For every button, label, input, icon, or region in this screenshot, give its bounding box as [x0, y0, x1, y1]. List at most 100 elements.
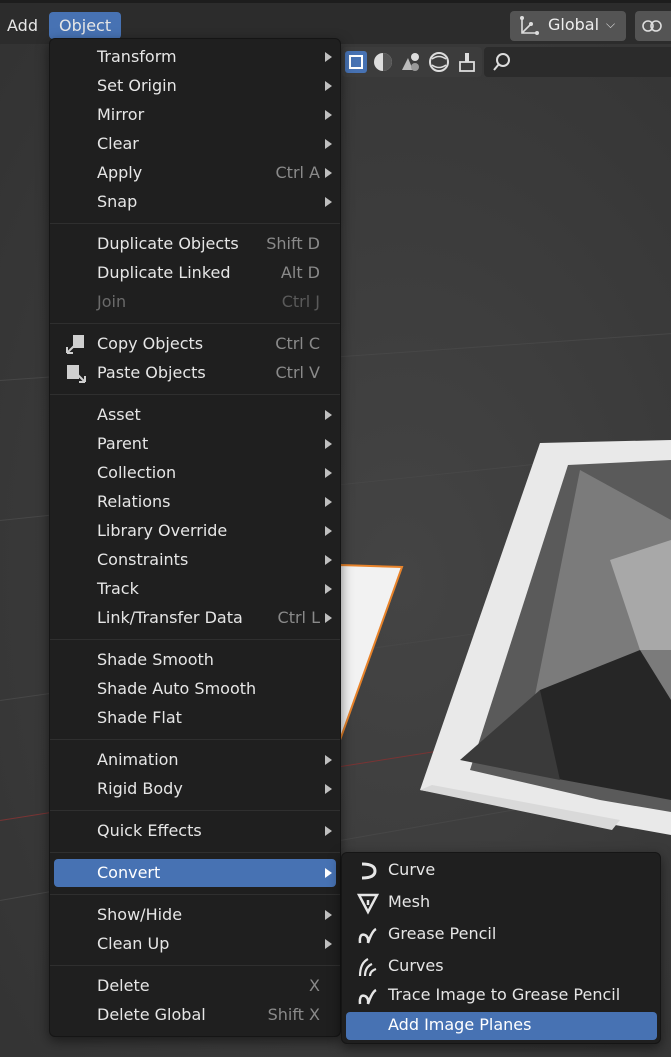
menu-item-label: Show/Hide — [97, 905, 183, 924]
submenu-item-curves[interactable]: Curves — [346, 953, 657, 981]
submenu-arrow-icon — [325, 555, 332, 565]
submenu-item-add-image-planes[interactable]: Add Image Planes — [346, 1012, 657, 1040]
link-icon — [642, 20, 662, 32]
curves-icon — [358, 958, 377, 977]
rendered-shading-icon[interactable] — [427, 50, 451, 74]
menu-item-label: Mirror — [97, 105, 145, 124]
menu-item-parent[interactable]: Parent — [54, 430, 336, 458]
submenu-item-grease-pencil[interactable]: Grease Pencil — [346, 921, 657, 949]
shortcut-text: X — [309, 976, 320, 995]
menu-item-apply[interactable]: Apply Ctrl A — [54, 159, 336, 187]
menu-item-label: Rigid Body — [97, 779, 183, 798]
submenu-arrow-icon — [325, 584, 332, 594]
menu-separator — [50, 810, 340, 811]
menu-item-clean-up[interactable]: Clean Up — [54, 930, 336, 958]
menu-item-shade-auto-smooth[interactable]: Shade Auto Smooth — [54, 675, 336, 703]
menu-item-label: Shade Smooth — [97, 650, 214, 669]
menu-item-label: Clear — [97, 134, 139, 153]
copy-icon — [66, 335, 84, 354]
menu-item-animation[interactable]: Animation — [54, 746, 336, 774]
menu-item-shade-flat[interactable]: Shade Flat — [54, 704, 336, 732]
viewport-shading-bar — [342, 47, 482, 77]
menu-item-delete[interactable]: Delete X — [54, 972, 336, 1000]
menu-item-set-origin[interactable]: Set Origin — [54, 72, 336, 100]
menu-item-constraints[interactable]: Constraints — [54, 546, 336, 574]
menu-item-mirror[interactable]: Mirror — [54, 101, 336, 129]
menu-item-link-transfer-data[interactable]: Link/Transfer Data Ctrl L — [54, 604, 336, 632]
menu-item-convert[interactable]: Convert — [54, 859, 336, 887]
snap-toggle[interactable] — [635, 11, 671, 41]
shortcut-text: Ctrl J — [281, 292, 320, 311]
menu-item-delete-global[interactable]: Delete Global Shift X — [54, 1001, 336, 1029]
menu-item-clear[interactable]: Clear — [54, 130, 336, 158]
menu-item-label: Constraints — [97, 550, 189, 569]
menu-item-label: Quick Effects — [97, 821, 202, 840]
submenu-item-label: Add Image Planes — [388, 1015, 532, 1034]
selected-image-plane — [339, 563, 404, 741]
grease-pencil-icon — [358, 988, 377, 1005]
submenu-item-curve[interactable]: Curve — [346, 857, 657, 885]
transform-orientation-dropdown[interactable]: Global ⌵ — [510, 11, 626, 41]
menu-item-asset[interactable]: Asset — [54, 401, 336, 429]
solid-shading-icon[interactable] — [371, 50, 395, 74]
shortcut-text: Shift D — [266, 234, 320, 253]
submenu-arrow-icon — [325, 468, 332, 478]
curve-icon — [361, 862, 377, 880]
menu-item-track[interactable]: Track — [54, 575, 336, 603]
material-shading-icon[interactable] — [399, 50, 423, 74]
add-menu-button[interactable]: Add — [0, 12, 48, 39]
submenu-arrow-icon — [325, 110, 332, 120]
submenu-arrow-icon — [325, 410, 332, 420]
submenu-arrow-icon — [325, 197, 332, 207]
submenu-item-trace-image[interactable]: Trace Image to Grease Pencil — [346, 982, 657, 1010]
shortcut-text: Ctrl L — [277, 608, 320, 627]
menu-item-quick-effects[interactable]: Quick Effects — [54, 817, 336, 845]
submenu-item-mesh[interactable]: Mesh — [346, 889, 657, 917]
menu-item-label: Asset — [97, 405, 141, 424]
grease-pencil-icon — [358, 927, 377, 944]
menu-item-label: Duplicate Linked — [97, 263, 231, 282]
submenu-arrow-icon — [325, 52, 332, 62]
menu-separator — [50, 394, 340, 395]
menu-separator — [50, 965, 340, 966]
submenu-arrow-icon — [325, 139, 332, 149]
menu-separator — [50, 852, 340, 853]
menu-item-label: Delete — [97, 976, 150, 995]
search-icon — [493, 53, 510, 71]
menu-item-label: Transform — [97, 47, 177, 66]
object-menu: Transform Set Origin Mirror Clear Apply C… — [49, 38, 341, 1037]
menu-item-rigid-body[interactable]: Rigid Body — [54, 775, 336, 803]
menu-item-shade-smooth[interactable]: Shade Smooth — [54, 646, 336, 674]
menu-item-paste-objects[interactable]: Paste Objects Ctrl V — [54, 359, 336, 387]
submenu-arrow-icon — [325, 826, 332, 836]
menu-item-label: Duplicate Objects — [97, 234, 239, 253]
menu-item-relations[interactable]: Relations — [54, 488, 336, 516]
mesh-icon — [356, 893, 380, 915]
menu-item-join: Join Ctrl J — [54, 288, 336, 316]
menu-item-transform[interactable]: Transform — [54, 43, 336, 71]
menu-item-copy-objects[interactable]: Copy Objects Ctrl C — [54, 330, 336, 358]
menu-item-label: Copy Objects — [97, 334, 204, 353]
chevron-down-icon: ⌵ — [606, 17, 616, 31]
paint-brush-icon[interactable] — [455, 50, 479, 74]
menu-item-duplicate-linked[interactable]: Duplicate Linked Alt D — [54, 259, 336, 287]
submenu-arrow-icon — [325, 939, 332, 949]
menu-item-label: Collection — [97, 463, 177, 482]
menu-item-collection[interactable]: Collection — [54, 459, 336, 487]
menu-item-snap[interactable]: Snap — [54, 188, 336, 216]
menu-item-library-override[interactable]: Library Override — [54, 517, 336, 545]
submenu-arrow-icon — [325, 81, 332, 91]
menu-item-label: Track — [97, 579, 139, 598]
select-box-icon[interactable] — [344, 50, 368, 74]
menu-separator — [50, 894, 340, 895]
shortcut-text: Ctrl A — [275, 163, 321, 182]
menu-item-show-hide[interactable]: Show/Hide — [54, 901, 336, 929]
menu-item-duplicate-objects[interactable]: Duplicate Objects Shift D — [54, 230, 336, 258]
image-plane-corridor — [420, 440, 671, 835]
object-menu-button[interactable]: Object — [49, 12, 122, 39]
viewport-search-field[interactable] — [484, 47, 671, 77]
menu-item-label: Relations — [97, 492, 171, 511]
submenu-arrow-icon — [325, 613, 332, 623]
menu-item-label: Shade Auto Smooth — [97, 679, 257, 698]
submenu-arrow-icon — [325, 910, 332, 920]
